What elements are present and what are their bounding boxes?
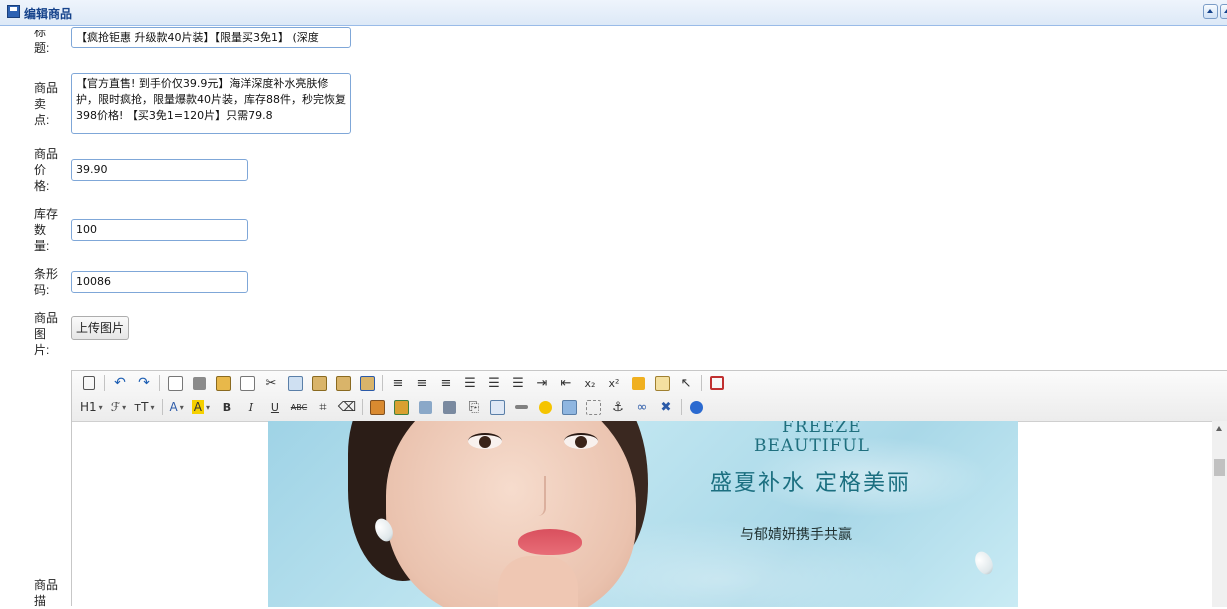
banner-nose bbox=[530, 476, 546, 516]
product-banner-image: FREEZE BEAUTIFUL 盛夏补水 定格美丽 与郁婧妍携手共赢 bbox=[268, 421, 1018, 607]
banner-chinese-subtitle: 与郁婧妍携手共赢 bbox=[740, 527, 852, 543]
fullscreen-icon[interactable] bbox=[708, 374, 726, 392]
editor-scrollbar[interactable] bbox=[1212, 421, 1227, 607]
anchor-icon[interactable]: ⚓ bbox=[609, 398, 627, 416]
copy-icon[interactable] bbox=[286, 374, 304, 392]
undo-icon[interactable]: ↶ bbox=[111, 374, 129, 392]
toolbar-separator bbox=[361, 399, 363, 415]
stock-input[interactable]: 100 bbox=[71, 219, 248, 241]
preview-icon[interactable] bbox=[166, 374, 184, 392]
toolbar-separator bbox=[159, 375, 160, 391]
subscript-icon[interactable]: x₂ bbox=[581, 374, 599, 392]
align-left-icon[interactable]: ≡ bbox=[389, 374, 407, 392]
toolbar-separator bbox=[701, 375, 702, 391]
paste-text-icon[interactable] bbox=[334, 374, 352, 392]
code-icon[interactable] bbox=[238, 374, 256, 392]
selling-points-label: 商品卖点: bbox=[34, 81, 59, 127]
redo-icon[interactable]: ↷ bbox=[135, 374, 153, 392]
horizontal-rule-icon[interactable] bbox=[513, 398, 531, 416]
banner-lips bbox=[518, 529, 582, 555]
indent-icon[interactable]: ⇥ bbox=[533, 374, 551, 392]
ordered-list-icon[interactable]: ☰ bbox=[485, 374, 503, 392]
window-titlebar: 编辑商品 bbox=[0, 0, 1227, 26]
quick-format-icon[interactable] bbox=[653, 374, 671, 392]
upload-image-button[interactable]: 上传图片 bbox=[71, 316, 129, 340]
price-label: 商品价格: bbox=[34, 147, 59, 193]
scrollbar-thumb[interactable] bbox=[1214, 459, 1225, 476]
align-center-icon[interactable]: ≡ bbox=[413, 374, 431, 392]
cut-icon[interactable]: ✂ bbox=[262, 374, 280, 392]
edit-product-form: 标题: 【疯抢钜惠 升级款40片装】【限量买3免1】 (深度 商品卖点: 【官方… bbox=[0, 25, 1227, 608]
superscript-icon[interactable]: x² bbox=[605, 374, 623, 392]
paste-icon[interactable] bbox=[310, 374, 328, 392]
title-input[interactable]: 【疯抢钜惠 升级款40片装】【限量买3免1】 (深度 bbox=[71, 27, 351, 48]
select-all-icon[interactable]: ↖ bbox=[677, 374, 695, 392]
media-icon[interactable] bbox=[441, 398, 459, 416]
toolbar-row-2: H1 ▾ ℱ ▾ ᴛT ▾ A ▾ A ▾ B I U ABC ⌗ ⌫ ⎘ ⚓ … bbox=[80, 396, 712, 418]
print-icon[interactable] bbox=[190, 374, 208, 392]
banner-english-line-2: BEAUTIFUL bbox=[754, 436, 870, 456]
toolbar-separator bbox=[382, 375, 383, 391]
font-family-dropdown[interactable]: ℱ ▾ bbox=[111, 398, 126, 416]
banner-eye-left bbox=[468, 433, 502, 449]
emoticon-icon[interactable] bbox=[537, 398, 555, 416]
heading-dropdown[interactable]: H1 ▾ bbox=[80, 398, 103, 416]
barcode-input[interactable]: 10086 bbox=[71, 271, 248, 293]
attachment-icon[interactable]: ⎘ bbox=[465, 398, 483, 416]
maximize-button[interactable] bbox=[1220, 4, 1227, 19]
highlight-color-dropdown[interactable]: A ▾ bbox=[191, 398, 210, 416]
save-icon bbox=[7, 5, 20, 18]
italic-icon[interactable]: I bbox=[242, 398, 260, 416]
underline-icon[interactable]: U bbox=[266, 398, 284, 416]
image-icon[interactable] bbox=[561, 398, 579, 416]
unlink-icon[interactable]: ✖ bbox=[657, 398, 675, 416]
description-label: 商品描 bbox=[34, 578, 59, 608]
image-label: 商品图片: bbox=[34, 311, 59, 357]
banner-chinese-title: 盛夏补水 定格美丽 bbox=[710, 471, 911, 496]
unordered-list-icon[interactable]: ☰ bbox=[509, 374, 527, 392]
editor-toolbar: ↶ ↷ ✂ ≡ ≡ ≡ ☰ ☰ ☰ ⇥ ⇤ x₂ x² ↖ H1 ▾ ℱ ▾ ᴛ… bbox=[72, 371, 1227, 422]
paste-word-icon[interactable] bbox=[358, 374, 376, 392]
title-label: 标题: bbox=[34, 25, 50, 55]
banner-eye-right bbox=[564, 433, 598, 449]
toolbar-row-1: ↶ ↷ ✂ ≡ ≡ ≡ ☰ ☰ ☰ ⇥ ⇤ x₂ x² ↖ bbox=[80, 372, 732, 394]
multi-image-icon[interactable] bbox=[393, 398, 411, 416]
toolbar-separator bbox=[104, 375, 105, 391]
source-icon[interactable] bbox=[80, 374, 98, 392]
line-height-icon[interactable]: ⌗ bbox=[314, 398, 332, 416]
outdent-icon[interactable]: ⇤ bbox=[557, 374, 575, 392]
barcode-label: 条形码: bbox=[34, 267, 59, 297]
banner-hand bbox=[498, 556, 578, 607]
insert-image-icon[interactable] bbox=[369, 398, 387, 416]
template-icon[interactable] bbox=[214, 374, 232, 392]
price-input[interactable]: 39.90 bbox=[71, 159, 248, 181]
toolbar-separator bbox=[162, 399, 164, 415]
selling-points-textarea[interactable]: 【官方直售! 到手价仅39.9元】海洋深度补水亮肤修护，限时疯抢，限量爆款40片… bbox=[71, 73, 351, 134]
help-icon[interactable] bbox=[688, 398, 706, 416]
banner-english-line-1: FREEZE bbox=[782, 421, 862, 437]
clear-format-icon[interactable] bbox=[629, 374, 647, 392]
bold-icon[interactable]: B bbox=[218, 398, 236, 416]
editor-content[interactable]: FREEZE BEAUTIFUL 盛夏补水 定格美丽 与郁婧妍携手共赢 bbox=[72, 421, 1212, 607]
align-justify-icon[interactable]: ☰ bbox=[461, 374, 479, 392]
collapse-button[interactable] bbox=[1203, 4, 1218, 19]
align-right-icon[interactable]: ≡ bbox=[437, 374, 455, 392]
scroll-up-arrow-icon[interactable] bbox=[1216, 426, 1222, 431]
banner-pebble bbox=[971, 548, 997, 578]
rich-text-editor: ↶ ↷ ✂ ≡ ≡ ≡ ☰ ☰ ☰ ⇥ ⇤ x₂ x² ↖ H1 ▾ ℱ ▾ ᴛ… bbox=[71, 370, 1227, 607]
eraser-icon[interactable]: ⌫ bbox=[338, 398, 356, 416]
stock-label: 库存数量: bbox=[34, 207, 59, 253]
toolbar-separator bbox=[680, 399, 682, 415]
font-color-dropdown[interactable]: A ▾ bbox=[169, 398, 183, 416]
font-size-dropdown[interactable]: ᴛT ▾ bbox=[134, 398, 154, 416]
flash-icon[interactable] bbox=[417, 398, 435, 416]
window-title: 编辑商品 bbox=[24, 7, 73, 21]
table-icon[interactable] bbox=[489, 398, 507, 416]
link-icon[interactable]: ∞ bbox=[633, 398, 651, 416]
strikethrough-icon[interactable]: ABC bbox=[290, 398, 308, 416]
page-break-icon[interactable] bbox=[585, 398, 603, 416]
